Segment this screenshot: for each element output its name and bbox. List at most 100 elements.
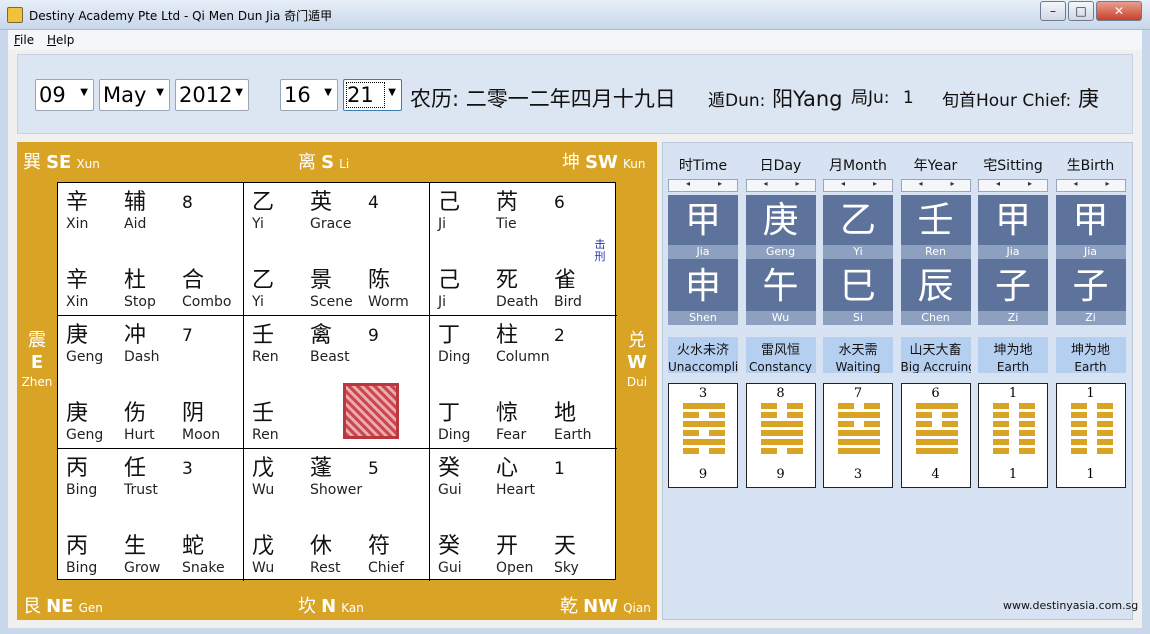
arrow-right-icon[interactable]: ▸ xyxy=(718,179,722,188)
dir-en: SW xyxy=(585,152,618,173)
dir-en: NE xyxy=(46,596,74,617)
year-select[interactable]: 2012 ▼ xyxy=(175,79,249,111)
dir-py: Zhen xyxy=(21,375,53,389)
pillar-spinner[interactable]: ◂ ▸ xyxy=(978,179,1048,192)
palace-earth-stem-pinyin: Wu xyxy=(252,560,275,576)
dun-label: 遁Dun: xyxy=(708,91,766,111)
palace-cell[interactable]: 癸 Gui 心 Heart 1 癸 Gui 开 Open 天 Sky xyxy=(430,449,617,581)
palace-star: 冲 xyxy=(124,323,147,348)
dir-en: N xyxy=(321,596,337,617)
palace-cell[interactable]: 丁 Ding 柱 Column 2 丁 Ding 惊 Fear 地 Earth xyxy=(430,316,617,449)
pillar-title: 年Year xyxy=(913,158,958,174)
chevron-down-icon: ▼ xyxy=(156,87,164,98)
hexagram-cn: 水天需 xyxy=(838,343,878,358)
palace-cell[interactable]: 壬 Ren 禽 Beast 9 壬 Ren xyxy=(244,316,430,449)
yin-line xyxy=(915,421,958,427)
palace-stem-pinyin: Bing xyxy=(66,482,98,498)
arrow-right-icon[interactable]: ▸ xyxy=(1028,179,1032,188)
palace-god: 符 xyxy=(368,534,391,559)
yang-line xyxy=(760,421,803,427)
palace-star: 心 xyxy=(496,456,519,481)
palace-number: 1 xyxy=(554,459,565,479)
yang-line xyxy=(915,448,958,454)
palace-cell[interactable]: 辛 Xin 辅 Aid 8 辛 Xin 杜 Stop 合 Combo xyxy=(58,183,244,316)
palace-star: 芮 xyxy=(496,190,519,215)
yin-line xyxy=(993,439,1035,445)
arrow-left-icon[interactable]: ◂ xyxy=(1074,179,1078,188)
hexagram-top-number: 1 xyxy=(1086,386,1095,401)
minute-select[interactable]: 21 ▼ xyxy=(343,79,402,111)
dir-py: Li xyxy=(339,157,350,171)
palace-door: 惊 xyxy=(496,401,519,426)
arrow-right-icon[interactable]: ▸ xyxy=(951,179,955,188)
day-select[interactable]: 09 ▼ xyxy=(35,79,94,111)
dir-py: Dui xyxy=(626,375,648,389)
palace-star-label: Tie xyxy=(496,216,517,232)
palace-stem: 乙 xyxy=(252,190,275,215)
hexagram-card: 64 xyxy=(900,383,971,488)
pillars-panel: www.destinyasia.com.sg 时Time ◂ ▸ 甲 Jia 申 Shen 火… xyxy=(662,142,1138,620)
hexagram-en: Unaccomplished xyxy=(668,360,738,373)
yang-line xyxy=(838,430,880,436)
dir-cn: 乾 xyxy=(560,596,578,617)
palace-cell[interactable]: 乙 Yi 英 Grace 4 乙 Yi 景 Scene 陈 Worm xyxy=(244,183,430,316)
hexagram-en: Earth xyxy=(996,360,1030,373)
palace-cell[interactable]: 庚 Geng 冲 Dash 7 庚 Geng 伤 Hurt 阴 Moon xyxy=(58,316,244,449)
yin-line xyxy=(993,421,1035,427)
hexagram-cn: 雷风恒 xyxy=(760,343,800,358)
palace-god-label: Combo xyxy=(182,294,232,310)
palace-god: 地 xyxy=(554,401,577,426)
pillar-spinner[interactable]: ◂ ▸ xyxy=(900,179,971,192)
lunar-date: 农历: 二零一二年四月十九日 xyxy=(410,83,676,113)
menu-help[interactable]: Help xyxy=(47,33,74,47)
arrow-left-icon[interactable]: ◂ xyxy=(841,179,845,188)
maximize-button[interactable]: □ xyxy=(1068,1,1094,21)
minimize-button[interactable]: – xyxy=(1040,1,1066,21)
pillar-stem: 甲 xyxy=(684,200,721,241)
arrow-right-icon[interactable]: ▸ xyxy=(796,179,800,188)
hour-chief-info: 旬首Hour Chief: 庚 xyxy=(942,83,1099,113)
palace-stem-pinyin: Ji xyxy=(438,216,447,232)
palace-stem-pinyin: Ren xyxy=(252,349,279,365)
ju-label: 局Ju: xyxy=(851,88,890,108)
chevron-down-icon: ▼ xyxy=(388,87,396,98)
pillar-stem: 甲 xyxy=(1072,200,1109,241)
menu-file[interactable]: File xyxy=(14,33,34,47)
palace-god: 合 xyxy=(182,268,205,293)
palace-star-label: Trust xyxy=(124,482,158,498)
pillar-branch-pinyin: Zi xyxy=(978,311,1048,325)
yin-line xyxy=(1070,448,1113,454)
arrow-left-icon[interactable]: ◂ xyxy=(919,179,923,188)
palace-number: 7 xyxy=(182,326,193,346)
palace-stem: 庚 xyxy=(66,323,89,348)
dun-value: 阳Yang xyxy=(772,87,843,111)
arrow-right-icon[interactable]: ▸ xyxy=(873,179,877,188)
dir-en: NW xyxy=(583,596,619,617)
app-icon xyxy=(7,7,23,23)
arrow-left-icon[interactable]: ◂ xyxy=(764,179,768,188)
dun-info: 遁Dun: 阳Yang xyxy=(708,83,843,113)
hexagram-top-number: 7 xyxy=(853,386,863,401)
yang-line xyxy=(683,439,725,445)
hexagram-name: 火水未济 Unaccomplished xyxy=(668,337,738,373)
yin-line xyxy=(1070,412,1113,418)
pillar-spinner[interactable]: ◂ ▸ xyxy=(745,179,816,192)
pillar-spinner[interactable]: ◂ ▸ xyxy=(668,179,738,192)
chief-label: 旬首Hour Chief: xyxy=(942,91,1072,111)
hexagram-lines xyxy=(993,403,1035,457)
pillar-stem-pinyin: Geng xyxy=(745,245,816,259)
pillar-spinner[interactable]: ◂ ▸ xyxy=(1055,179,1126,192)
palace-earth-stem: 丁 xyxy=(438,401,461,426)
arrow-left-icon[interactable]: ◂ xyxy=(686,179,690,188)
palace-cell[interactable]: 己 Ji 芮 Tie 6 己 Ji 死 Death 雀 Bird 击刑 xyxy=(430,183,617,316)
pillar-spinner[interactable]: ◂ ▸ xyxy=(823,179,893,192)
month-value: May xyxy=(103,83,147,107)
month-select[interactable]: May ▼ xyxy=(99,79,170,111)
arrow-left-icon[interactable]: ◂ xyxy=(996,179,1000,188)
palace-cell[interactable]: 丙 Bing 任 Trust 3 丙 Bing 生 Grow 蛇 Snake xyxy=(58,449,244,581)
hour-select[interactable]: 16 ▼ xyxy=(280,79,338,111)
arrow-right-icon[interactable]: ▸ xyxy=(1106,179,1110,188)
pillar-branch-pinyin: Shen xyxy=(668,311,738,325)
close-button[interactable]: ✕ xyxy=(1096,1,1142,21)
palace-cell[interactable]: 戊 Wu 蓬 Shower 5 戊 Wu 休 Rest 符 Chief xyxy=(244,449,430,581)
